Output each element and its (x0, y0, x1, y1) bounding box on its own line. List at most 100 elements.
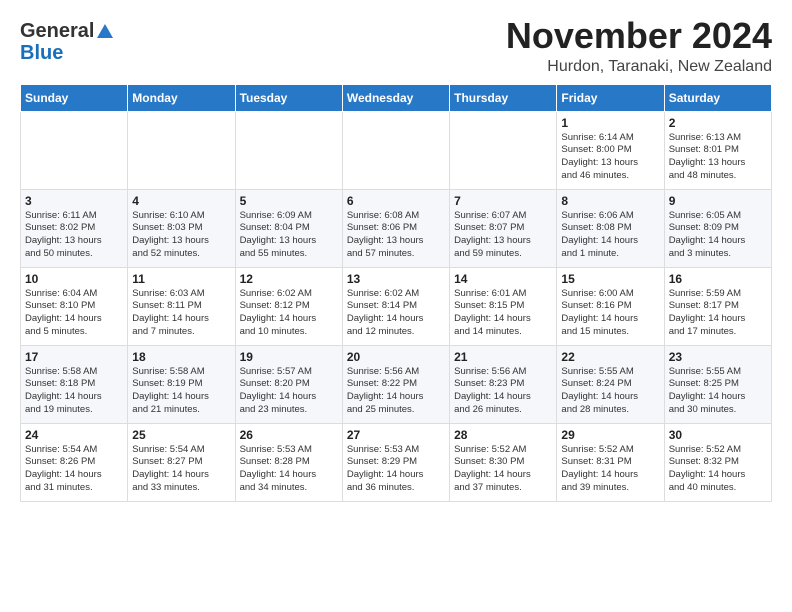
calendar-cell: 14 Sunrise: 6:01 AM Sunset: 8:15 PM Dayli… (450, 267, 557, 345)
cell-content: Sunrise: 6:07 AM Sunset: 8:07 PM Dayligh… (454, 210, 552, 261)
cell-content: Sunrise: 6:10 AM Sunset: 8:03 PM Dayligh… (132, 210, 230, 261)
cell-content: Sunrise: 6:02 AM Sunset: 8:14 PM Dayligh… (347, 288, 445, 339)
cell-content: Sunrise: 6:01 AM Sunset: 8:15 PM Dayligh… (454, 288, 552, 339)
cell-content: Sunrise: 5:52 AM Sunset: 8:31 PM Dayligh… (561, 444, 659, 495)
calendar-cell: 26Sunrise: 5:53 AM Sunset: 8:28 PM Dayli… (235, 423, 342, 501)
day-number: 4 (132, 194, 230, 208)
day-of-week-header: Thursday (450, 84, 557, 111)
calendar-week-row: 24 Sunrise: 5:54 AM Sunset: 8:26 PM Dayli… (21, 423, 772, 501)
day-number: 7 (454, 194, 552, 208)
logo-triangle-icon (96, 22, 114, 40)
cell-content: Sunrise: 6:14 AM Sunset: 8:00 PM Dayligh… (561, 132, 659, 183)
month-title: November 2024 (506, 16, 772, 56)
cell-content: Sunrise: 6:13 AM Sunset: 8:01 PM Dayligh… (669, 132, 767, 183)
calendar-cell (128, 111, 235, 189)
cell-content: Sunrise: 5:55 AM Sunset: 8:24 PM Dayligh… (561, 366, 659, 417)
cell-content: Sunrise: 5:52 AM Sunset: 8:30 PM Dayligh… (454, 444, 552, 495)
logo-general-text: General (20, 20, 94, 42)
day-of-week-header: Monday (128, 84, 235, 111)
day-of-week-header: Sunday (21, 84, 128, 111)
cell-content: Sunrise: 6:05 AM Sunset: 8:09 PM Dayligh… (669, 210, 767, 261)
calendar-cell: 13Sunrise: 6:02 AM Sunset: 8:14 PM Dayli… (342, 267, 449, 345)
calendar-cell: 19 Sunrise: 5:57 AM Sunset: 8:20 PM Dayli… (235, 345, 342, 423)
day-of-week-header: Tuesday (235, 84, 342, 111)
day-number: 15 (561, 272, 659, 286)
cell-content: Sunrise: 5:54 AM Sunset: 8:26 PM Dayligh… (25, 444, 123, 495)
calendar-cell: 30 Sunrise: 5:52 AM Sunset: 8:32 PM Dayli… (664, 423, 771, 501)
logo: General Blue (20, 20, 114, 64)
calendar-cell: 18 Sunrise: 5:58 AM Sunset: 8:19 PM Dayli… (128, 345, 235, 423)
calendar-week-row: 1 Sunrise: 6:14 AM Sunset: 8:00 PM Daylig… (21, 111, 772, 189)
day-number: 14 (454, 272, 552, 286)
calendar-week-row: 10 Sunrise: 6:04 AM Sunset: 8:10 PM Dayli… (21, 267, 772, 345)
calendar-cell: 10 Sunrise: 6:04 AM Sunset: 8:10 PM Dayli… (21, 267, 128, 345)
calendar-cell: 12 Sunrise: 6:02 AM Sunset: 8:12 PM Dayli… (235, 267, 342, 345)
cell-content: Sunrise: 5:52 AM Sunset: 8:32 PM Dayligh… (669, 444, 767, 495)
calendar-cell: 22 Sunrise: 5:55 AM Sunset: 8:24 PM Dayli… (557, 345, 664, 423)
calendar-cell: 2 Sunrise: 6:13 AM Sunset: 8:01 PM Daylig… (664, 111, 771, 189)
calendar-cell: 28 Sunrise: 5:52 AM Sunset: 8:30 PM Dayli… (450, 423, 557, 501)
day-number: 20 (347, 350, 445, 364)
calendar-cell: 5 Sunrise: 6:09 AM Sunset: 8:04 PM Daylig… (235, 189, 342, 267)
calendar-cell: 29 Sunrise: 5:52 AM Sunset: 8:31 PM Dayli… (557, 423, 664, 501)
day-number: 12 (240, 272, 338, 286)
calendar-cell (235, 111, 342, 189)
cell-content: Sunrise: 6:11 AM Sunset: 8:02 PM Dayligh… (25, 210, 123, 261)
cell-content: Sunrise: 6:02 AM Sunset: 8:12 PM Dayligh… (240, 288, 338, 339)
cell-content: Sunrise: 5:58 AM Sunset: 8:18 PM Dayligh… (25, 366, 123, 417)
day-number: 21 (454, 350, 552, 364)
calendar-cell (21, 111, 128, 189)
calendar-cell: 24 Sunrise: 5:54 AM Sunset: 8:26 PM Dayli… (21, 423, 128, 501)
day-number: 6 (347, 194, 445, 208)
day-number: 27 (347, 428, 445, 442)
day-number: 24 (25, 428, 123, 442)
day-number: 23 (669, 350, 767, 364)
calendar-cell: 3Sunrise: 6:11 AM Sunset: 8:02 PM Daylig… (21, 189, 128, 267)
day-number: 16 (669, 272, 767, 286)
day-number: 11 (132, 272, 230, 286)
cell-content: Sunrise: 6:03 AM Sunset: 8:11 PM Dayligh… (132, 288, 230, 339)
cell-content: Sunrise: 5:59 AM Sunset: 8:17 PM Dayligh… (669, 288, 767, 339)
day-number: 29 (561, 428, 659, 442)
calendar-cell: 1 Sunrise: 6:14 AM Sunset: 8:00 PM Daylig… (557, 111, 664, 189)
calendar-cell: 6Sunrise: 6:08 AM Sunset: 8:06 PM Daylig… (342, 189, 449, 267)
calendar-cell: 21Sunrise: 5:56 AM Sunset: 8:23 PM Dayli… (450, 345, 557, 423)
cell-content: Sunrise: 5:54 AM Sunset: 8:27 PM Dayligh… (132, 444, 230, 495)
cell-content: Sunrise: 5:57 AM Sunset: 8:20 PM Dayligh… (240, 366, 338, 417)
day-number: 19 (240, 350, 338, 364)
day-number: 17 (25, 350, 123, 364)
page: General Blue November 2024 Hurdon, Taran… (0, 0, 792, 518)
day-number: 18 (132, 350, 230, 364)
day-number: 28 (454, 428, 552, 442)
cell-content: Sunrise: 6:09 AM Sunset: 8:04 PM Dayligh… (240, 210, 338, 261)
calendar-week-row: 17 Sunrise: 5:58 AM Sunset: 8:18 PM Dayli… (21, 345, 772, 423)
day-number: 5 (240, 194, 338, 208)
calendar-table: SundayMondayTuesdayWednesdayThursdayFrid… (20, 84, 772, 502)
day-number: 1 (561, 116, 659, 130)
header-row: SundayMondayTuesdayWednesdayThursdayFrid… (21, 84, 772, 111)
day-number: 10 (25, 272, 123, 286)
calendar-cell: 11 Sunrise: 6:03 AM Sunset: 8:11 PM Dayli… (128, 267, 235, 345)
calendar-cell (450, 111, 557, 189)
calendar-cell: 25 Sunrise: 5:54 AM Sunset: 8:27 PM Dayli… (128, 423, 235, 501)
logo-blue-text: Blue (20, 42, 63, 64)
calendar-cell: 4 Sunrise: 6:10 AM Sunset: 8:03 PM Daylig… (128, 189, 235, 267)
calendar-cell: 20 Sunrise: 5:56 AM Sunset: 8:22 PM Dayli… (342, 345, 449, 423)
header: General Blue November 2024 Hurdon, Taran… (20, 16, 772, 76)
day-number: 9 (669, 194, 767, 208)
calendar-cell: 16 Sunrise: 5:59 AM Sunset: 8:17 PM Dayli… (664, 267, 771, 345)
day-number: 25 (132, 428, 230, 442)
cell-content: Sunrise: 5:58 AM Sunset: 8:19 PM Dayligh… (132, 366, 230, 417)
day-of-week-header: Wednesday (342, 84, 449, 111)
day-number: 2 (669, 116, 767, 130)
cell-content: Sunrise: 5:56 AM Sunset: 8:22 PM Dayligh… (347, 366, 445, 417)
cell-content: Sunrise: 6:04 AM Sunset: 8:10 PM Dayligh… (25, 288, 123, 339)
day-of-week-header: Saturday (664, 84, 771, 111)
day-number: 22 (561, 350, 659, 364)
calendar-cell (342, 111, 449, 189)
calendar-cell: 15Sunrise: 6:00 AM Sunset: 8:16 PM Dayli… (557, 267, 664, 345)
calendar-cell: 17 Sunrise: 5:58 AM Sunset: 8:18 PM Dayli… (21, 345, 128, 423)
day-number: 30 (669, 428, 767, 442)
day-number: 26 (240, 428, 338, 442)
calendar-cell: 9 Sunrise: 6:05 AM Sunset: 8:09 PM Daylig… (664, 189, 771, 267)
